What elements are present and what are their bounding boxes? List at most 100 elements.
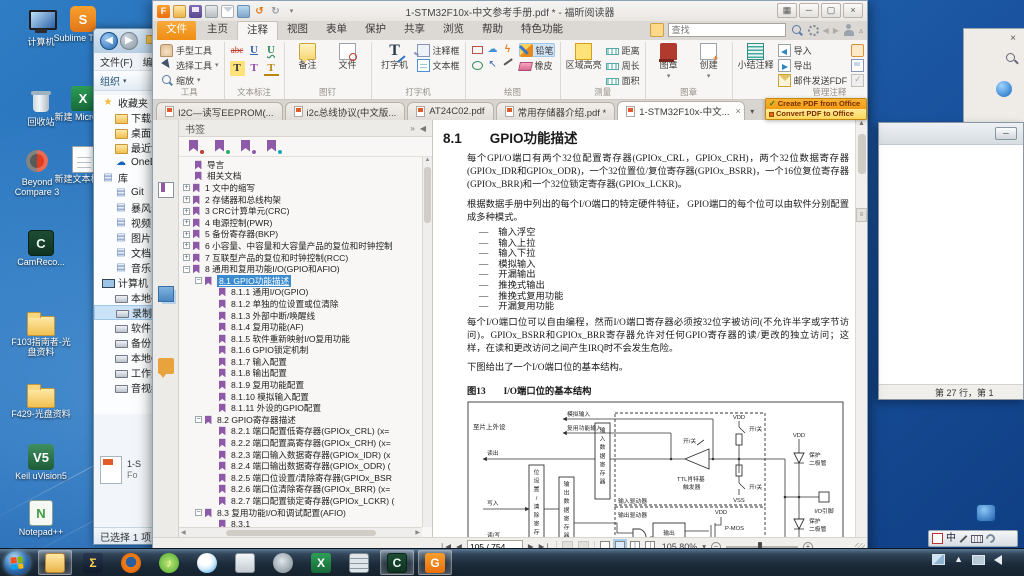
bookmarks-vertical-scrollbar[interactable]: ▲ <box>422 157 432 527</box>
document-tab[interactable]: I2C—读写EEPROM(... <box>156 102 283 120</box>
wrench-icon[interactable] <box>984 532 997 545</box>
taskbar-app-webcam-tool[interactable] <box>266 550 300 575</box>
expand-icon[interactable]: + <box>183 196 190 203</box>
find-next-icon[interactable]: ▶ <box>833 26 839 35</box>
bookmark-item[interactable]: +2 存储器和总线构架 <box>179 194 432 206</box>
taskbar-app-calculator[interactable] <box>342 550 376 575</box>
ribbon-button-打字机[interactable]: T打字机 <box>377 43 413 71</box>
ribbon-button-文件[interactable]: 文件 <box>330 43 366 71</box>
expand-icon[interactable]: + <box>183 254 190 261</box>
ime-language-bar[interactable]: 中 <box>928 530 1018 547</box>
ribbon-button-注释框[interactable]: 注释框 <box>417 43 460 57</box>
expand-icon[interactable]: + <box>183 219 190 226</box>
ribbon-button-周长[interactable]: 周长 <box>606 58 640 72</box>
tab-list-chevron-icon[interactable]: ▾ <box>750 107 754 116</box>
ribbon-tab-浏览[interactable]: 浏览 <box>434 21 473 40</box>
document-tab[interactable]: i2c总线协议(中文版... <box>285 102 406 120</box>
open-icon[interactable] <box>173 5 186 18</box>
markup-tool-icon[interactable]: U <box>264 43 279 58</box>
ribbon-tab-视图[interactable]: 视图 <box>278 21 317 40</box>
bookmarks-panel-icon[interactable] <box>158 182 174 198</box>
markup-tool-icon[interactable]: T <box>247 61 262 76</box>
ime-logo-icon[interactable] <box>932 533 943 544</box>
expand-panel-icon[interactable]: » <box>410 124 414 133</box>
ribbon-button-橡皮[interactable]: 橡皮 <box>519 58 555 72</box>
ribbon-tab-文件[interactable]: 文件 <box>157 21 196 40</box>
desktop-icon-keil-uvision5[interactable]: V5Keil uVision5 <box>8 444 74 481</box>
add-bookmark-icon[interactable] <box>215 140 229 154</box>
bookmark-item[interactable]: 8.1.5 软件重新映射I/O复用功能 <box>179 333 432 345</box>
document-tab[interactable]: 常用存储器介绍.pdf * <box>496 102 616 120</box>
find-previous-icon[interactable]: ◀ <box>823 26 829 35</box>
minimize-button[interactable]: ─ <box>995 127 1017 140</box>
undo-icon[interactable]: ↺ <box>253 5 266 18</box>
bookmark-item[interactable]: −8.1 GPIO功能描述 <box>179 275 432 287</box>
desktop-icon-f429-disc[interactable]: F429-光盘资料 <box>8 382 74 419</box>
oval-shape-icon[interactable] <box>471 58 485 72</box>
ribbon-button-文本框[interactable]: 文本框 <box>417 58 460 72</box>
volume-tray-icon[interactable] <box>994 555 1002 565</box>
bookmark-item[interactable]: 相关文档 <box>179 171 432 183</box>
snapshot-icon[interactable] <box>237 5 250 18</box>
redo-icon[interactable]: ↻ <box>269 5 282 18</box>
bookmark-item[interactable]: 8.2.2 端口配置高寄存器(GPIOx_CRH) (x= <box>179 437 432 449</box>
desktop-icon-camrecorder[interactable]: CCamReco... <box>8 230 74 267</box>
taskbar-app-source-insight[interactable]: Σ <box>76 550 110 575</box>
taskbar-app-explorer[interactable] <box>38 550 72 575</box>
bookmark-item[interactable]: 8.2.4 端口输出数据寄存器(GPIOx_ODR) ( <box>179 460 432 472</box>
markup-tool-icon[interactable]: T <box>264 61 279 76</box>
bookmark-item[interactable]: 8.2.7 端口配置锁定寄存器(GPIOx_LCKR) ( <box>179 495 432 507</box>
collapse-icon[interactable]: − <box>195 416 202 423</box>
ribbon-button-注释[interactable]: 注释▾ <box>851 43 867 57</box>
organize-button[interactable]: 组织 <box>100 73 120 88</box>
ribbon-button-面积[interactable]: 面积 <box>606 73 640 87</box>
desktop-icon-notepad-plus[interactable]: NNotepad++ <box>8 500 74 537</box>
document-vertical-scrollbar[interactable]: ▲ ≡ <box>855 120 867 537</box>
forward-button[interactable]: ▶ <box>120 32 138 50</box>
keyboard-icon[interactable] <box>971 535 983 543</box>
ribbon-button-区域高亮[interactable]: 区域高亮 <box>566 43 602 71</box>
logo-icon[interactable]: F <box>157 5 170 18</box>
search-icon[interactable] <box>1006 53 1015 62</box>
expand-icon[interactable]: + <box>183 208 190 215</box>
bookmark-item[interactable]: 8.1.7 输入配置 <box>179 356 432 368</box>
bolt-shape-icon[interactable]: ϟ <box>501 43 515 57</box>
cloud-shape-icon[interactable]: ☁ <box>486 43 500 57</box>
comments-panel-icon[interactable] <box>158 358 174 374</box>
ribbon-button-图章[interactable]: 图章▾ <box>651 43 687 81</box>
collapse-ribbon-icon[interactable]: ▵ <box>859 26 863 35</box>
bookmark-item[interactable]: 8.1.2 单独的位设置或位清除 <box>179 298 432 310</box>
start-button[interactable] <box>4 551 30 575</box>
ribbon-button-小结注释[interactable]: 小结注释 <box>738 43 774 71</box>
bookmark-item[interactable]: 8.1.8 输出配置 <box>179 368 432 380</box>
ribbon-button-铅笔[interactable]: 铅笔 <box>519 43 555 57</box>
more-icon[interactable]: ▾ <box>285 5 298 18</box>
ribbon-tab-帮助[interactable]: 帮助 <box>473 21 512 40</box>
arrow-shape-icon[interactable]: ↖ <box>486 58 500 72</box>
find-bookmark-icon[interactable] <box>267 140 281 154</box>
collapse-icon[interactable]: − <box>195 277 202 284</box>
line-shape-icon[interactable] <box>501 58 515 72</box>
desktop-icon-f103-disc[interactable]: F103指南者-光盘资料 <box>8 310 74 357</box>
taskbar-app-notepad[interactable] <box>228 550 262 575</box>
network-tray-icon[interactable] <box>972 555 985 565</box>
bookmarks-horizontal-scrollbar[interactable]: ◀▶ <box>179 527 422 537</box>
ribbon-button-导入[interactable]: 导入 <box>778 43 848 57</box>
bookmark-item[interactable]: 8.2.3 端口输入数据寄存器(GPIOx_IDR) (x <box>179 449 432 461</box>
bookmark-item[interactable]: 8.2.1 端口配置低寄存器(GPIOx_CRL) (x= <box>179 426 432 438</box>
bookmark-item[interactable]: 8.1.9 复用功能配置 <box>179 379 432 391</box>
bookmark-item[interactable]: 8.2.5 端口位设置/清除寄存器(GPIOx_BSR <box>179 472 432 484</box>
ribbon-button-备注[interactable]: 备注 <box>290 43 326 71</box>
bookmark-item[interactable]: 8.1.11 外设的GPIO配置 <box>179 402 432 414</box>
ribbon-button-距离[interactable]: 距离 <box>606 43 640 57</box>
pages-panel-icon[interactable] <box>158 286 174 302</box>
print-icon[interactable] <box>205 5 218 18</box>
layout-button[interactable]: ▦ <box>777 3 797 18</box>
taskbar-app-excel[interactable]: X <box>304 550 338 575</box>
bookmark-item[interactable]: 8.1.6 GPIO锁定机制 <box>179 345 432 357</box>
ribbon-button-注释弹出框[interactable]: 注释弹出框▾ <box>851 58 867 72</box>
bookmark-item[interactable]: 8.1.10 模拟输入配置 <box>179 391 432 403</box>
search-document-icon[interactable] <box>650 23 664 37</box>
ribbon-tab-共享[interactable]: 共享 <box>395 21 434 40</box>
desktop-gadget-icon[interactable] <box>976 504 996 522</box>
